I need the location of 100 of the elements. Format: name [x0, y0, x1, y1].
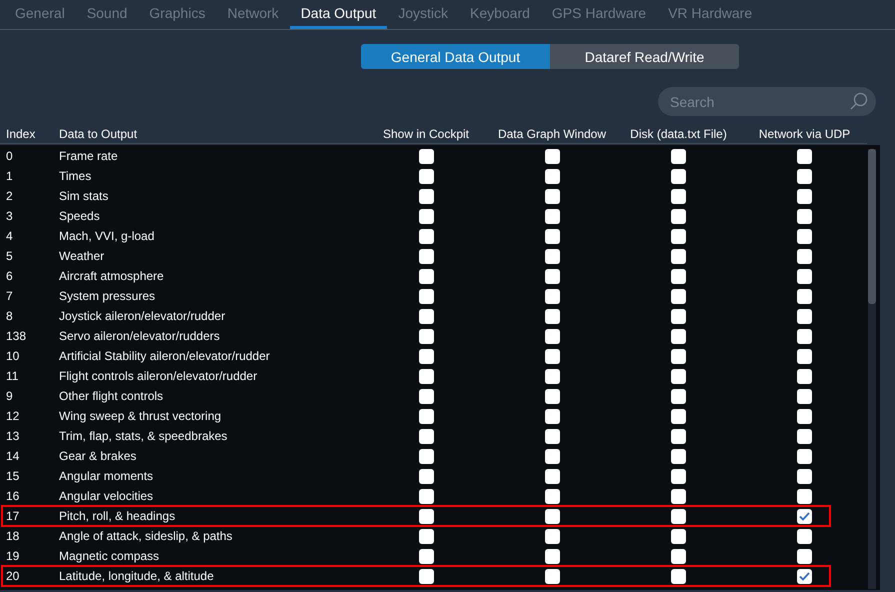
checkbox[interactable]: [671, 148, 686, 164]
checkbox[interactable]: [797, 188, 812, 204]
checkbox[interactable]: [797, 468, 812, 484]
checkbox[interactable]: [544, 388, 560, 404]
settings-tab[interactable]: Network: [216, 0, 290, 29]
checkbox[interactable]: [544, 528, 560, 544]
checkbox[interactable]: [544, 208, 560, 224]
checkbox[interactable]: [797, 248, 812, 264]
checkbox[interactable]: [544, 488, 560, 504]
checkbox[interactable]: [418, 208, 434, 224]
checkbox[interactable]: [671, 268, 686, 284]
checkbox[interactable]: [797, 388, 812, 404]
checkbox[interactable]: [418, 268, 434, 284]
checkbox[interactable]: [671, 308, 686, 324]
checkbox[interactable]: [671, 388, 686, 404]
checkbox[interactable]: [418, 388, 434, 404]
checkbox[interactable]: [671, 508, 686, 524]
checkbox[interactable]: [544, 288, 560, 304]
settings-tab[interactable]: Sound: [76, 0, 138, 29]
settings-tab[interactable]: Graphics: [138, 0, 216, 29]
checkbox[interactable]: [671, 548, 686, 564]
checkbox[interactable]: [671, 228, 686, 244]
checkbox[interactable]: [671, 328, 686, 344]
checkbox[interactable]: [418, 568, 434, 584]
checkbox[interactable]: [418, 428, 434, 444]
checkbox[interactable]: [797, 328, 812, 344]
checkbox[interactable]: [418, 248, 434, 264]
checkbox[interactable]: [544, 408, 560, 424]
segment-button[interactable]: Dataref Read/Write: [550, 44, 739, 69]
checkbox[interactable]: [797, 408, 812, 424]
checkbox[interactable]: [797, 548, 812, 564]
checkbox[interactable]: [671, 428, 686, 444]
checkbox[interactable]: [544, 568, 560, 584]
settings-tab[interactable]: Joystick: [387, 0, 459, 29]
checkbox[interactable]: [418, 228, 434, 244]
checkbox[interactable]: [418, 448, 434, 464]
checkbox[interactable]: [544, 268, 560, 284]
checkbox[interactable]: [671, 288, 686, 304]
checkbox[interactable]: [418, 308, 434, 324]
checkbox[interactable]: [544, 168, 560, 184]
checkbox[interactable]: [671, 168, 686, 184]
segment-button[interactable]: General Data Output: [361, 44, 550, 69]
checkbox[interactable]: [544, 148, 560, 164]
scrollbar[interactable]: [868, 149, 876, 589]
checkbox[interactable]: [671, 488, 686, 504]
checkbox[interactable]: [797, 368, 812, 384]
checkbox[interactable]: [544, 228, 560, 244]
checkbox[interactable]: [797, 508, 812, 524]
checkbox[interactable]: [671, 408, 686, 424]
checkbox[interactable]: [544, 508, 560, 524]
checkbox[interactable]: [797, 528, 812, 544]
checkbox[interactable]: [797, 428, 812, 444]
checkbox[interactable]: [544, 248, 560, 264]
checkbox[interactable]: [418, 528, 434, 544]
checkbox[interactable]: [797, 208, 812, 224]
checkbox[interactable]: [671, 528, 686, 544]
checkbox[interactable]: [671, 348, 686, 364]
checkbox[interactable]: [418, 468, 434, 484]
checkbox[interactable]: [544, 328, 560, 344]
checkbox[interactable]: [671, 208, 686, 224]
checkbox[interactable]: [671, 368, 686, 384]
checkbox[interactable]: [797, 448, 812, 464]
checkbox[interactable]: [544, 308, 560, 324]
settings-tab[interactable]: GPS Hardware: [540, 0, 658, 29]
checkbox[interactable]: [418, 368, 434, 384]
checkbox[interactable]: [797, 288, 812, 304]
checkbox[interactable]: [418, 148, 434, 164]
checkbox[interactable]: [671, 468, 686, 484]
checkbox[interactable]: [418, 408, 434, 424]
checkbox[interactable]: [544, 548, 560, 564]
checkbox[interactable]: [418, 488, 434, 504]
settings-tab[interactable]: Data Output: [290, 0, 388, 29]
checkbox[interactable]: [544, 468, 560, 484]
checkbox[interactable]: [671, 188, 686, 204]
checkbox[interactable]: [544, 188, 560, 204]
settings-tab[interactable]: Keyboard: [458, 0, 541, 29]
checkbox[interactable]: [418, 288, 434, 304]
checkbox[interactable]: [797, 228, 812, 244]
checkbox[interactable]: [418, 508, 434, 524]
checkbox[interactable]: [671, 568, 686, 584]
checkbox[interactable]: [544, 348, 560, 364]
checkbox[interactable]: [797, 308, 812, 324]
settings-tab[interactable]: VR Hardware: [657, 0, 764, 29]
checkbox[interactable]: [797, 168, 812, 184]
checkbox[interactable]: [797, 488, 812, 504]
checkbox[interactable]: [418, 188, 434, 204]
checkbox[interactable]: [418, 348, 434, 364]
checkbox[interactable]: [671, 248, 686, 264]
settings-tab[interactable]: General: [4, 0, 76, 29]
checkbox[interactable]: [418, 328, 434, 344]
checkbox[interactable]: [544, 428, 560, 444]
checkbox[interactable]: [544, 448, 560, 464]
checkbox[interactable]: [671, 448, 686, 464]
checkbox[interactable]: [544, 368, 560, 384]
checkbox[interactable]: [418, 168, 434, 184]
checkbox[interactable]: [797, 568, 812, 584]
search-field[interactable]: Search: [658, 87, 876, 116]
checkbox[interactable]: [797, 268, 812, 284]
checkbox[interactable]: [418, 548, 434, 564]
checkbox[interactable]: [797, 148, 812, 164]
